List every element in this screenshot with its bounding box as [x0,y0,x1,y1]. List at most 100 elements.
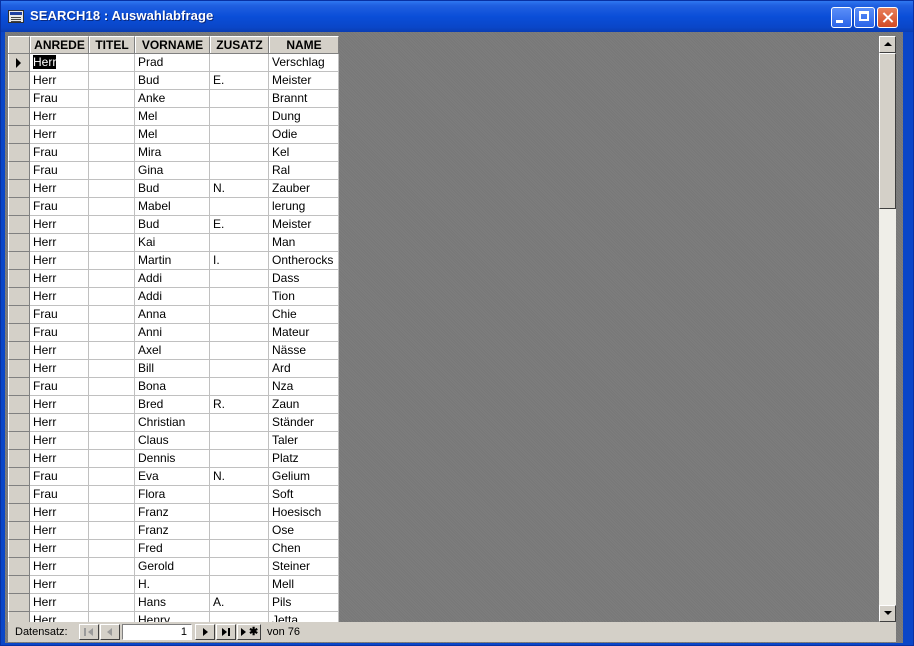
table-row[interactable]: Herr Bud N. Zauber [8,180,339,198]
cell-vorname[interactable]: Kai [135,234,210,252]
cell-titel[interactable] [89,378,135,396]
cell-vorname[interactable]: Anna [135,306,210,324]
cell-anrede[interactable]: Herr [30,126,89,144]
table-row[interactable]: Herr Bred R. Zaun [8,396,339,414]
cell-vorname[interactable]: Dennis [135,450,210,468]
record-selector[interactable] [8,216,30,234]
table-row[interactable]: Herr Franz Hoesisch [8,504,339,522]
table-row[interactable]: Herr H. Mell [8,576,339,594]
minimize-button[interactable] [831,7,852,28]
table-row[interactable]: Herr Axel Nässe [8,342,339,360]
cell-anrede[interactable]: Herr [30,396,89,414]
last-record-icon[interactable] [216,624,236,640]
cell-anrede[interactable]: Herr [30,108,89,126]
table-row[interactable]: Herr Bud E. Meister [8,72,339,90]
cell-vorname[interactable]: Axel [135,342,210,360]
cell-zusatz[interactable] [210,360,269,378]
table-row[interactable]: Frau Gina Ral [8,162,339,180]
cell-titel[interactable] [89,450,135,468]
cell-anrede[interactable]: Herr [30,594,89,612]
cell-name[interactable]: Zaun [269,396,339,414]
table-row[interactable]: Herr Christian Ständer [8,414,339,432]
table-row[interactable]: Herr Kai Man [8,234,339,252]
cell-zusatz[interactable] [210,306,269,324]
cell-anrede[interactable]: Frau [30,144,89,162]
cell-zusatz[interactable] [210,144,269,162]
cell-name[interactable]: Ral [269,162,339,180]
cell-titel[interactable] [89,90,135,108]
cell-titel[interactable] [89,468,135,486]
cell-zusatz[interactable] [210,342,269,360]
cell-vorname[interactable]: Bill [135,360,210,378]
cell-name[interactable]: Pils [269,594,339,612]
record-selector[interactable] [8,576,30,594]
record-selector[interactable] [8,396,30,414]
cell-vorname[interactable]: Prad [135,54,210,72]
record-selector[interactable] [8,486,30,504]
cell-vorname[interactable]: Martin [135,252,210,270]
cell-name[interactable]: Ständer [269,414,339,432]
cell-name[interactable]: Tion [269,288,339,306]
cell-anrede[interactable]: Frau [30,378,89,396]
cell-zusatz[interactable]: A. [210,594,269,612]
cell-zusatz[interactable] [210,162,269,180]
cell-name[interactable]: Brannt [269,90,339,108]
cell-titel[interactable] [89,162,135,180]
cell-titel[interactable] [89,198,135,216]
cell-anrede[interactable]: Herr [30,216,89,234]
cell-zusatz[interactable] [210,324,269,342]
cell-titel[interactable] [89,306,135,324]
table-row[interactable]: Frau Mira Kel [8,144,339,162]
cell-anrede[interactable]: Herr [30,432,89,450]
cell-anrede[interactable]: Herr [30,54,89,72]
cell-name[interactable]: Verschlag [269,54,339,72]
title-bar[interactable]: SEARCH18 : Auswahlabfrage [1,1,913,32]
cell-zusatz[interactable]: N. [210,180,269,198]
cell-zusatz[interactable] [210,432,269,450]
record-selector[interactable] [8,594,30,612]
cell-titel[interactable] [89,432,135,450]
cell-anrede[interactable]: Herr [30,360,89,378]
cell-anrede[interactable]: Frau [30,324,89,342]
cell-anrede[interactable]: Herr [30,414,89,432]
cell-vorname[interactable]: Henry [135,612,210,622]
cell-name[interactable]: Chen [269,540,339,558]
record-selector[interactable] [8,90,30,108]
cell-zusatz[interactable]: R. [210,396,269,414]
cell-anrede[interactable]: Frau [30,198,89,216]
cell-name[interactable]: Ose [269,522,339,540]
cell-zusatz[interactable]: E. [210,72,269,90]
cell-name[interactable]: Taler [269,432,339,450]
record-selector[interactable] [8,180,30,198]
cell-anrede[interactable]: Frau [30,162,89,180]
column-header-titel[interactable]: TITEL [89,36,135,53]
table-row[interactable]: Herr Henry Jetta [8,612,339,622]
cell-vorname[interactable]: Mabel [135,198,210,216]
cell-zusatz[interactable] [210,486,269,504]
cell-name[interactable]: Jetta [269,612,339,622]
cell-name[interactable]: Dass [269,270,339,288]
cell-zusatz[interactable] [210,126,269,144]
cell-anrede[interactable]: Herr [30,342,89,360]
record-selector[interactable] [8,72,30,90]
cell-titel[interactable] [89,396,135,414]
cell-zusatz[interactable] [210,576,269,594]
table-row[interactable]: Herr Mel Dung [8,108,339,126]
cell-anrede[interactable]: Frau [30,306,89,324]
column-header-anrede[interactable]: ANREDE [30,36,89,53]
table-row[interactable]: Herr Dennis Platz [8,450,339,468]
cell-anrede[interactable]: Herr [30,558,89,576]
record-number-input[interactable] [122,624,192,640]
cell-titel[interactable] [89,504,135,522]
record-selector[interactable] [8,324,30,342]
first-record-icon[interactable] [79,624,99,640]
table-row[interactable]: Frau Eva N. Gelium [8,468,339,486]
cell-vorname[interactable]: Gerold [135,558,210,576]
record-selector[interactable] [8,54,30,72]
record-selector[interactable] [8,162,30,180]
cell-zusatz[interactable] [210,450,269,468]
cell-name[interactable]: Mell [269,576,339,594]
record-selector[interactable] [8,126,30,144]
cell-name[interactable]: Kel [269,144,339,162]
table-row[interactable]: Herr Bill Ard [8,360,339,378]
